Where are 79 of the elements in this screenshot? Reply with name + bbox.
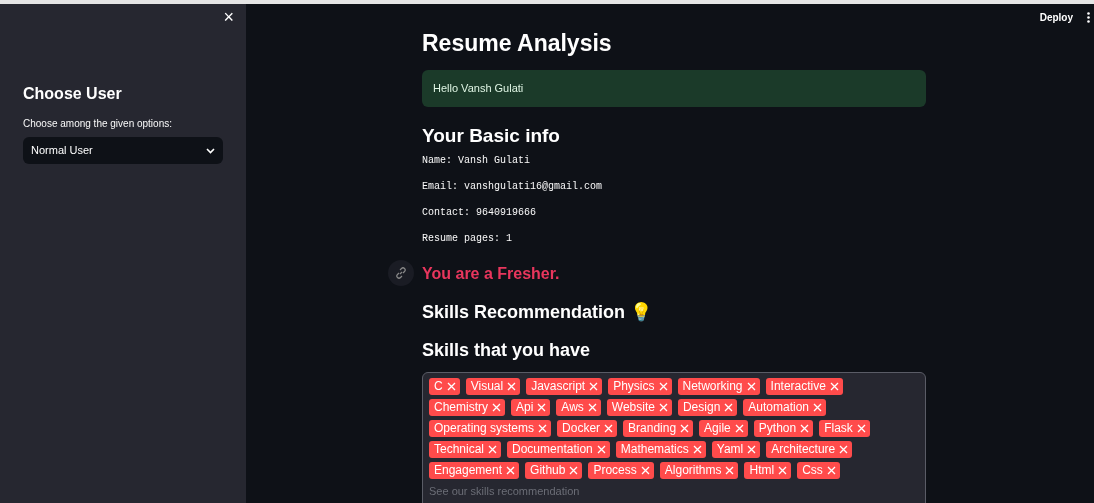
info-line: Resume pages: 1 [422, 232, 512, 246]
remove-icon[interactable] [507, 382, 517, 391]
skill-tag: Docker [557, 420, 618, 437]
remove-icon[interactable] [538, 424, 548, 433]
remove-icon[interactable] [778, 466, 788, 475]
skill-tag: Chemistry [429, 399, 505, 416]
remove-icon[interactable] [839, 445, 849, 454]
remove-icon[interactable] [488, 445, 498, 454]
remove-icon[interactable] [680, 424, 690, 433]
skill-tag: Networking [677, 378, 760, 395]
skill-tag: Javascript [526, 378, 603, 395]
remove-icon[interactable] [813, 403, 822, 412]
section-heading: Skills Recommendation 💡 [422, 301, 653, 324]
skill-tag: Architecture [766, 441, 853, 458]
skill-tag: Documentation [507, 441, 610, 458]
skill-tag: Aws [556, 399, 601, 416]
remove-icon[interactable] [589, 382, 599, 391]
section-heading: Your Basic info [422, 124, 560, 148]
multiselect-placeholder: See our skills recommendation [429, 484, 580, 499]
skill-tag: Design [677, 399, 738, 416]
remove-icon[interactable] [569, 466, 579, 475]
remove-icon[interactable] [856, 424, 866, 433]
skill-tag: Algorithms [659, 462, 739, 479]
deploy-button[interactable]: Deploy [1039, 10, 1073, 25]
remove-icon[interactable] [829, 382, 839, 391]
skill-tag: Process [588, 462, 654, 479]
skill-tag: Api [511, 399, 551, 416]
page-title: Resume Analysis [422, 29, 612, 58]
skill-tag: Yaml [711, 441, 761, 458]
remove-icon[interactable] [692, 445, 702, 454]
remove-icon[interactable] [725, 466, 735, 475]
skill-tag: Automation [743, 399, 826, 416]
skill-tag: Branding [623, 420, 694, 437]
skill-tag: Agile [699, 420, 748, 437]
remove-icon[interactable] [587, 403, 597, 412]
remove-icon[interactable] [658, 382, 668, 391]
anchor-link-button[interactable] [388, 260, 414, 286]
remove-icon[interactable] [537, 403, 547, 412]
skill-tag: Mathematics [615, 441, 706, 458]
section-heading: Skills that you have [422, 339, 591, 362]
skill-tag: Css [797, 462, 840, 479]
experience-level-text: You are a Fresher. [422, 264, 560, 284]
remove-icon[interactable] [604, 424, 614, 433]
skills-multiselect[interactable] [422, 372, 926, 503]
skill-tag: Flask [819, 420, 870, 437]
skill-tag: Visual [465, 378, 521, 395]
remove-icon[interactable] [658, 403, 668, 412]
skill-tag: Website [606, 399, 672, 416]
success-alert: Hello Vansh Gulati [422, 70, 926, 107]
more-menu-icon[interactable] [1087, 12, 1090, 23]
remove-icon[interactable] [492, 403, 501, 412]
remove-icon[interactable] [596, 445, 606, 454]
remove-icon[interactable] [446, 382, 456, 391]
remove-icon[interactable] [506, 466, 516, 475]
remove-icon[interactable] [747, 445, 757, 454]
remove-icon[interactable] [800, 424, 810, 433]
user-select[interactable]: Normal User [23, 137, 223, 164]
remove-icon[interactable] [746, 382, 756, 391]
remove-icon[interactable] [640, 466, 650, 475]
skill-tag: Interactive [765, 378, 843, 395]
remove-icon[interactable] [826, 466, 836, 475]
skill-tag: Html [744, 462, 792, 479]
skill-tag: Github [525, 462, 583, 479]
close-button[interactable]: × [223, 8, 234, 26]
skill-tag: C [429, 378, 460, 395]
skill-tag: Operating systems [429, 420, 552, 437]
chevron-down-icon [206, 147, 215, 154]
info-line: Contact: 9640919666 [422, 206, 537, 220]
skill-tag: Physics [608, 378, 672, 395]
link-icon [395, 267, 407, 279]
remove-icon[interactable] [724, 403, 734, 412]
remove-icon[interactable] [734, 424, 744, 433]
skill-tag: Technical [429, 441, 502, 458]
skill-tag: Python [753, 420, 814, 437]
info-line: Email: vanshgulati16@gmail.com [422, 180, 603, 194]
skill-tag: Engagement [429, 462, 520, 479]
info-line: Name: Vansh Gulati [422, 154, 531, 168]
select-label: Choose among the given options: [23, 117, 172, 131]
sidebar-title: Choose User [23, 84, 122, 104]
